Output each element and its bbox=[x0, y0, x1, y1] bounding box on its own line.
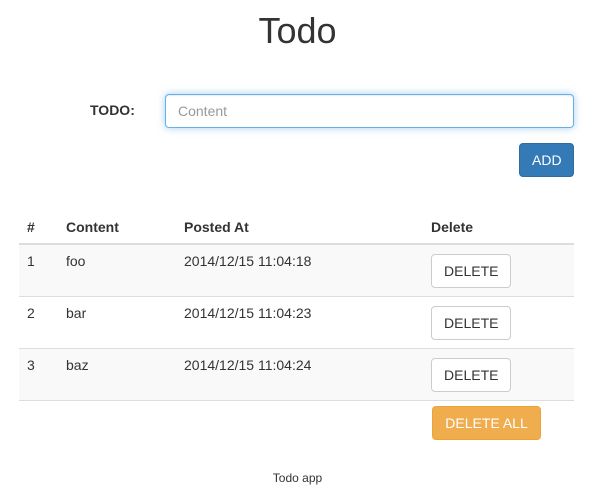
row-num: 2 bbox=[19, 296, 58, 349]
todo-content-input[interactable] bbox=[165, 94, 574, 128]
todo-label: TODO: bbox=[90, 102, 135, 118]
row-posted-at: 2014/12/15 11:04:23 bbox=[176, 296, 423, 349]
table-row: 3 baz 2014/12/15 11:04:24 DELETE bbox=[19, 348, 574, 401]
delete-button[interactable]: DELETE bbox=[431, 254, 511, 288]
header-delete: Delete bbox=[423, 209, 574, 245]
row-content: bar bbox=[58, 296, 176, 349]
page: Todo TODO: ADD # Content Posted At Delet… bbox=[0, 0, 615, 495]
row-posted-at: 2014/12/15 11:04:24 bbox=[176, 348, 423, 401]
row-delete-cell: DELETE bbox=[423, 243, 574, 297]
header-num: # bbox=[19, 209, 58, 245]
page-title: Todo bbox=[258, 10, 337, 51]
footer-text: Todo app bbox=[272, 471, 323, 485]
table-row: 2 bar 2014/12/15 11:04:23 DELETE bbox=[19, 296, 574, 349]
row-delete-cell: DELETE bbox=[423, 348, 574, 401]
row-content: foo bbox=[58, 243, 176, 297]
add-button[interactable]: ADD bbox=[519, 143, 574, 177]
row-num: 3 bbox=[19, 348, 58, 401]
row-num: 1 bbox=[19, 243, 58, 297]
header-content: Content bbox=[58, 209, 176, 245]
table-header-row: # Content Posted At Delete bbox=[19, 209, 574, 245]
row-delete-cell: DELETE bbox=[423, 296, 574, 349]
row-content: baz bbox=[58, 348, 176, 401]
delete-button[interactable]: DELETE bbox=[431, 358, 511, 392]
delete-all-button[interactable]: DELETE ALL bbox=[432, 406, 541, 440]
delete-button[interactable]: DELETE bbox=[431, 306, 511, 340]
table-row: 1 foo 2014/12/15 11:04:18 DELETE bbox=[19, 243, 574, 297]
row-posted-at: 2014/12/15 11:04:18 bbox=[176, 243, 423, 297]
todo-table: # Content Posted At Delete 1 foo 2014/12… bbox=[19, 209, 574, 401]
header-posted-at: Posted At bbox=[176, 209, 423, 245]
